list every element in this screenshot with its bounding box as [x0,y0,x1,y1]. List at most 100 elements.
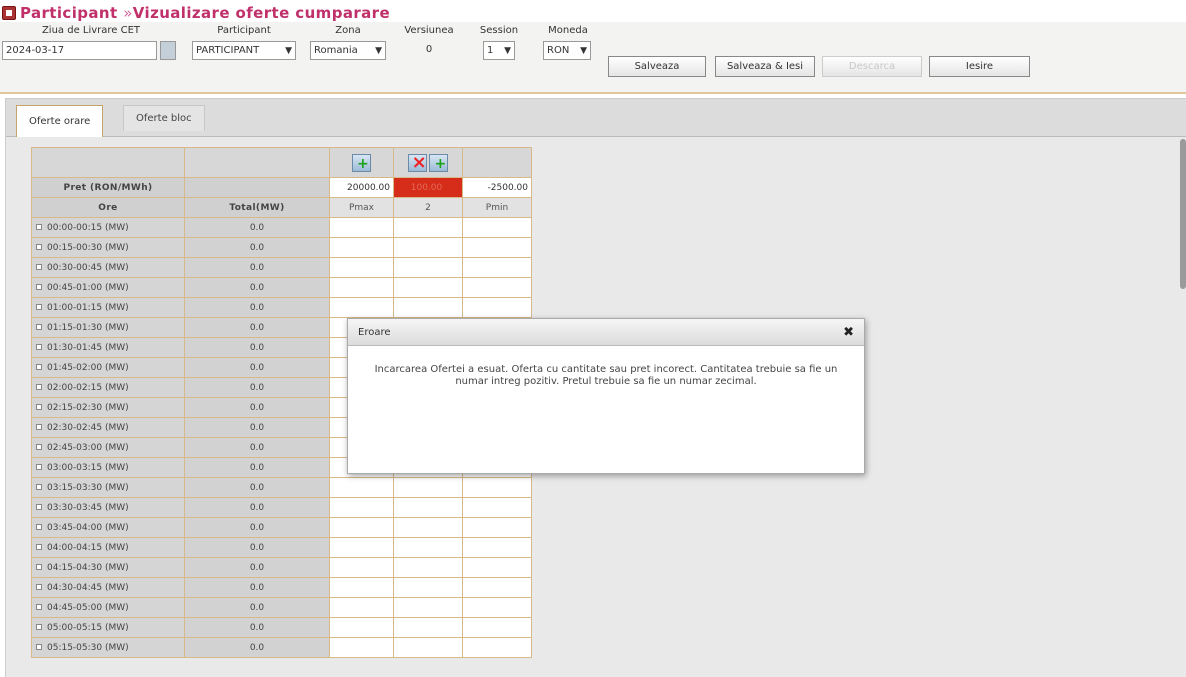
row-select-checkbox[interactable] [36,524,42,530]
row-interval: 02:15-02:30 (MW) [31,397,185,418]
row-select-checkbox[interactable] [36,624,42,630]
quantity-cell[interactable] [393,537,463,558]
quantity-cell[interactable] [329,477,394,498]
table-row: 00:45-01:00 (MW) 0.0 [31,277,532,298]
row-interval: 00:30-00:45 (MW) [31,257,185,278]
row-interval: 03:00-03:15 (MW) [31,457,185,478]
quantity-cell[interactable] [393,477,463,498]
save-exit-button[interactable]: Salveaza & Iesi [715,56,815,77]
row-select-checkbox[interactable] [36,424,42,430]
quantity-cell[interactable] [462,497,532,518]
table-row: 00:00-00:15 (MW) 0.0 [31,217,532,238]
add-step-icon[interactable] [429,153,449,172]
quantity-cell[interactable] [393,237,463,258]
row-select-checkbox[interactable] [36,544,42,550]
tab-oferte-orare[interactable]: Oferte orare [16,105,104,137]
row-select-checkbox[interactable] [36,324,42,330]
quantity-cell[interactable] [393,297,463,318]
row-select-checkbox[interactable] [36,504,42,510]
quantity-cell[interactable] [462,257,532,278]
quantity-cell[interactable] [462,237,532,258]
quantity-cell[interactable] [393,617,463,638]
scrollbar[interactable] [1180,139,1186,289]
delete-step-icon[interactable] [407,152,427,173]
price-input[interactable]: 20000.00 [329,177,394,198]
quantity-cell[interactable] [462,537,532,558]
row-select-checkbox[interactable] [36,224,42,230]
quantity-cell[interactable] [462,637,532,658]
row-select-checkbox[interactable] [36,604,42,610]
quantity-cell[interactable] [393,217,463,238]
quantity-cell[interactable] [462,577,532,598]
quantity-cell[interactable] [462,517,532,538]
quantity-cell[interactable] [462,277,532,298]
add-step-icon[interactable] [352,153,371,172]
row-select-checkbox[interactable] [36,264,42,270]
close-icon[interactable]: ✖ [843,325,854,340]
quantity-cell[interactable] [462,477,532,498]
delivery-day-input[interactable]: 2024-03-17 [2,41,157,60]
row-total: 0.0 [184,357,330,378]
row-select-checkbox[interactable] [36,344,42,350]
quantity-cell[interactable] [393,557,463,578]
row-select-checkbox[interactable] [36,464,42,470]
row-interval: 01:15-01:30 (MW) [31,317,185,338]
quantity-cell[interactable] [329,297,394,318]
download-button[interactable]: Descarca [822,56,922,77]
row-select-checkbox[interactable] [36,304,42,310]
quantity-cell[interactable] [329,277,394,298]
quantity-cell[interactable] [329,237,394,258]
quantity-cell[interactable] [462,217,532,238]
table-row: 03:15-03:30 (MW) 0.0 [31,477,532,498]
row-select-checkbox[interactable] [36,444,42,450]
quantity-cell[interactable] [329,637,394,658]
price-input[interactable]: 100.00 [393,177,463,198]
table-row: 00:15-00:30 (MW) 0.0 [31,237,532,258]
row-select-checkbox[interactable] [36,584,42,590]
row-interval: 04:30-04:45 (MW) [31,577,185,598]
row-total: 0.0 [184,317,330,338]
row-select-checkbox[interactable] [36,284,42,290]
row-select-checkbox[interactable] [36,564,42,570]
exit-button[interactable]: Iesire [929,56,1030,77]
quantity-cell[interactable] [329,617,394,638]
row-select-checkbox[interactable] [36,644,42,650]
quantity-cell[interactable] [393,517,463,538]
chevron-down-icon: ▼ [375,45,382,56]
quantity-cell[interactable] [393,277,463,298]
row-total: 0.0 [184,397,330,418]
quantity-cell[interactable] [393,597,463,618]
dialog-message: Incarcarea Ofertei a esuat. Oferta cu ca… [374,364,838,387]
error-dialog: Eroare ✖ Incarcarea Ofertei a esuat. Ofe… [347,318,865,474]
row-select-checkbox[interactable] [36,404,42,410]
calendar-icon[interactable] [160,41,176,60]
quantity-cell[interactable] [462,297,532,318]
save-button[interactable]: Salveaza [608,56,706,77]
quantity-cell[interactable] [462,617,532,638]
row-select-checkbox[interactable] [36,384,42,390]
row-total: 0.0 [184,637,330,658]
quantity-cell[interactable] [329,517,394,538]
price-input[interactable]: -2500.00 [462,177,532,198]
quantity-cell[interactable] [329,577,394,598]
row-select-checkbox[interactable] [36,244,42,250]
quantity-cell[interactable] [329,497,394,518]
row-interval: 01:45-02:00 (MW) [31,357,185,378]
quantity-cell[interactable] [393,577,463,598]
tab-oferte-bloc[interactable]: Oferte bloc [123,105,205,131]
quantity-cell[interactable] [329,597,394,618]
row-interval: 04:45-05:00 (MW) [31,597,185,618]
quantity-cell[interactable] [329,217,394,238]
table-row: 03:30-03:45 (MW) 0.0 [31,497,532,518]
row-select-checkbox[interactable] [36,484,42,490]
row-select-checkbox[interactable] [36,364,42,370]
quantity-cell[interactable] [329,257,394,278]
quantity-cell[interactable] [462,557,532,578]
quantity-cell[interactable] [329,557,394,578]
quantity-cell[interactable] [462,597,532,618]
row-total: 0.0 [184,557,330,578]
quantity-cell[interactable] [329,537,394,558]
quantity-cell[interactable] [393,637,463,658]
quantity-cell[interactable] [393,497,463,518]
quantity-cell[interactable] [393,257,463,278]
